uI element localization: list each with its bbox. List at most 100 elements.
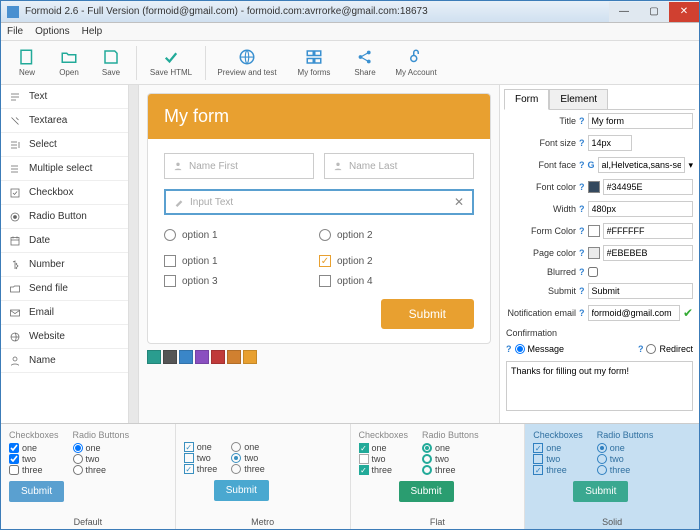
help-icon[interactable]: ?: [579, 308, 585, 318]
form-submit-button[interactable]: Submit: [381, 299, 474, 329]
metro-submit[interactable]: Submit: [214, 480, 269, 501]
maximize-button[interactable]: ▢: [639, 2, 669, 22]
fontface-input[interactable]: [598, 157, 686, 173]
flat-chk-three[interactable]: ✓: [359, 465, 369, 475]
account-button[interactable]: My Account: [387, 43, 445, 83]
myforms-button[interactable]: My forms: [285, 43, 343, 83]
delete-field-icon[interactable]: ✕: [454, 195, 464, 209]
fontcolor-swatch[interactable]: [588, 181, 600, 193]
text-input-selected[interactable]: Input Text✕: [164, 189, 474, 215]
tab-element[interactable]: Element: [549, 89, 608, 109]
tab-form[interactable]: Form: [504, 89, 549, 110]
default-chk-one[interactable]: [9, 443, 19, 453]
default-chk-three[interactable]: [9, 465, 19, 475]
google-fonts-icon[interactable]: G: [588, 160, 595, 170]
submit-text-input[interactable]: [588, 283, 694, 299]
fontcolor-input[interactable]: [603, 179, 694, 195]
solid-chk-one[interactable]: ✓: [533, 443, 543, 453]
metro-r-one[interactable]: [231, 442, 241, 452]
default-submit[interactable]: Submit: [9, 481, 64, 502]
radio-option-2[interactable]: option 2: [319, 225, 474, 245]
theme-flat[interactable]: Checkboxes ✓one two ✓three Radio Buttons…: [351, 424, 526, 529]
solid-chk-two[interactable]: [533, 454, 543, 464]
help-icon[interactable]: ?: [579, 267, 585, 277]
metro-chk-one[interactable]: ✓: [184, 442, 194, 452]
width-input[interactable]: [588, 201, 694, 217]
metro-r-three[interactable]: [231, 464, 241, 474]
formcolor-swatch[interactable]: [588, 225, 600, 237]
solid-submit[interactable]: Submit: [573, 481, 628, 502]
flat-r-two[interactable]: [422, 454, 432, 464]
radio-option-1[interactable]: option 1: [164, 225, 319, 245]
preview-button[interactable]: Preview and test: [211, 43, 283, 83]
sidebar-item-email[interactable]: Email: [1, 301, 128, 325]
checkbox-option-1[interactable]: option 1: [164, 251, 319, 271]
swatch-purple[interactable]: [195, 350, 209, 364]
theme-default[interactable]: Checkboxes one two three Radio Buttons o…: [1, 424, 176, 529]
theme-metro[interactable]: ✓one ✓two ✓three one two three Submit Me…: [176, 424, 351, 529]
default-r-two[interactable]: [73, 454, 83, 464]
default-chk-two[interactable]: [9, 454, 19, 464]
checkbox-option-3[interactable]: option 3: [164, 271, 319, 291]
help-icon[interactable]: ?: [579, 204, 585, 214]
help-icon[interactable]: ?: [579, 138, 585, 148]
sidebar-item-sendfile[interactable]: Send file: [1, 277, 128, 301]
metro-chk-two[interactable]: ✓: [184, 453, 194, 463]
email-input[interactable]: [588, 305, 680, 321]
help-icon[interactable]: ?: [579, 226, 585, 236]
flat-chk-one[interactable]: ✓: [359, 443, 369, 453]
checkbox-option-4[interactable]: option 4: [319, 271, 474, 291]
sidebar-item-website[interactable]: Website: [1, 325, 128, 349]
sidebar-scrollbar[interactable]: [129, 85, 139, 423]
open-button[interactable]: Open: [49, 43, 89, 83]
share-button[interactable]: Share: [345, 43, 385, 83]
sidebar-item-multiselect[interactable]: Multiple select: [1, 157, 128, 181]
help-icon[interactable]: ?: [638, 344, 644, 354]
pagecolor-input[interactable]: [603, 245, 694, 261]
formcolor-input[interactable]: [603, 223, 694, 239]
title-input[interactable]: [588, 113, 694, 129]
sidebar-item-text[interactable]: Text: [1, 85, 128, 109]
swatch-blue[interactable]: [179, 350, 193, 364]
sidebar-item-select[interactable]: Select: [1, 133, 128, 157]
fontsize-input[interactable]: [588, 135, 632, 151]
blurred-checkbox[interactable]: [588, 267, 598, 277]
help-icon[interactable]: ?: [579, 248, 585, 258]
sidebar-item-number[interactable]: Number: [1, 253, 128, 277]
sidebar-item-name[interactable]: Name: [1, 349, 128, 373]
help-icon[interactable]: ?: [579, 182, 585, 192]
help-icon[interactable]: ?: [579, 286, 585, 296]
metro-r-two[interactable]: [231, 453, 241, 463]
solid-chk-three[interactable]: ✓: [533, 465, 543, 475]
form-preview[interactable]: My form Name First Name Last Input Text✕…: [147, 93, 491, 344]
name-last-input[interactable]: Name Last: [324, 153, 474, 179]
swatch-orange[interactable]: [243, 350, 257, 364]
dropdown-icon[interactable]: ▾: [688, 160, 693, 171]
help-icon[interactable]: ?: [579, 160, 585, 170]
confirm-message-radio[interactable]: [515, 344, 525, 354]
swatch-brown[interactable]: [227, 350, 241, 364]
save-button[interactable]: Save: [91, 43, 131, 83]
sidebar-item-textarea[interactable]: Textarea: [1, 109, 128, 133]
sidebar-item-checkbox[interactable]: Checkbox: [1, 181, 128, 205]
solid-r-two[interactable]: [597, 454, 607, 464]
default-r-one[interactable]: [73, 443, 83, 453]
confirmation-text[interactable]: Thanks for filling out my form!: [506, 361, 693, 411]
minimize-button[interactable]: —: [609, 2, 639, 22]
checkbox-option-2[interactable]: option 2: [319, 251, 474, 271]
default-r-three[interactable]: [73, 465, 83, 475]
new-button[interactable]: New: [7, 43, 47, 83]
form-title[interactable]: My form: [148, 94, 490, 139]
swatch-gray[interactable]: [163, 350, 177, 364]
help-icon[interactable]: ?: [579, 116, 585, 126]
menu-options[interactable]: Options: [35, 26, 69, 37]
menu-help[interactable]: Help: [82, 26, 103, 37]
menu-file[interactable]: File: [7, 26, 23, 37]
save-html-button[interactable]: Save HTML: [142, 43, 200, 83]
swatch-red[interactable]: [211, 350, 225, 364]
solid-r-one[interactable]: [597, 443, 607, 453]
solid-r-three[interactable]: [597, 465, 607, 475]
help-icon[interactable]: ?: [506, 344, 512, 354]
theme-solid[interactable]: Checkboxes ✓one two ✓three Radio Buttons…: [525, 424, 699, 529]
metro-chk-three[interactable]: ✓: [184, 464, 194, 474]
